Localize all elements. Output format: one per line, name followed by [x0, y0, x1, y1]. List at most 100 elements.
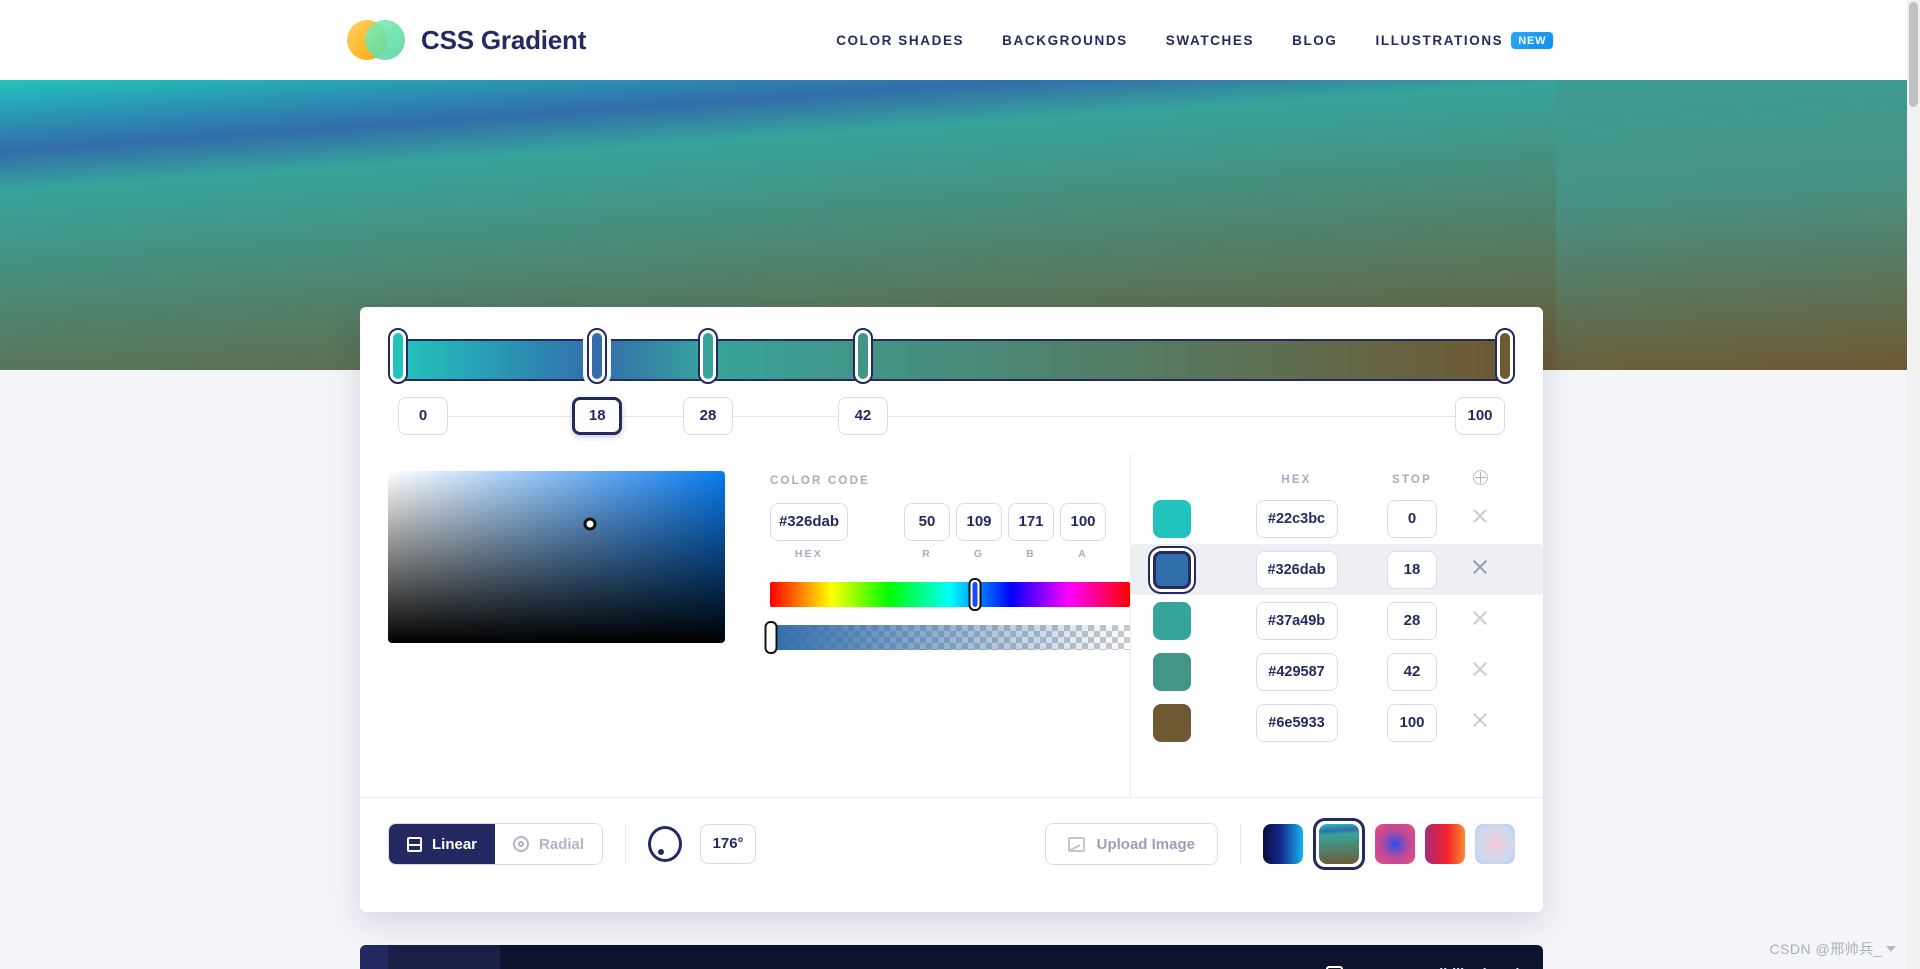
- nav-item-illustrations[interactable]: ILLUSTRATIONS NEW: [1375, 31, 1554, 49]
- saturation-value-picker[interactable]: [388, 471, 725, 643]
- brand-logo-link[interactable]: CSS Gradient: [347, 20, 586, 60]
- stop-value-cell: 18: [1374, 550, 1450, 589]
- stop-row-2[interactable]: #37a49b 28: [1131, 595, 1543, 646]
- stop-position-input-1[interactable]: 18: [572, 397, 623, 435]
- angle-input[interactable]: 176°: [700, 824, 757, 864]
- css-tab[interactable]: CSS: [388, 945, 500, 969]
- stop-value-input-4[interactable]: 100: [1387, 703, 1437, 742]
- alpha-handle-fill: [768, 625, 774, 650]
- preset-wrap-1[interactable]: [1313, 818, 1365, 870]
- a-input[interactable]: 100: [1060, 503, 1106, 541]
- nav-item-backgrounds[interactable]: BACKGROUNDS: [1002, 33, 1128, 48]
- stop-value-input-2[interactable]: 28: [1387, 601, 1437, 640]
- stop-color-swatch-wrap[interactable]: [1153, 550, 1219, 589]
- gradient-stop-handle-3[interactable]: [852, 328, 873, 384]
- stop-color-swatch-0[interactable]: [1153, 499, 1191, 538]
- nav-item-swatches[interactable]: SWATCHES: [1166, 33, 1254, 48]
- stop-row-4[interactable]: #6e5933 100: [1131, 697, 1543, 748]
- gradient-stop-handle-fill: [1500, 333, 1510, 379]
- hex-input[interactable]: #326dab: [770, 503, 848, 541]
- stop-position-input-2[interactable]: 28: [682, 397, 733, 435]
- upload-image-button[interactable]: Upload Image: [1044, 823, 1218, 865]
- stop-row-1[interactable]: #326dab 18: [1131, 544, 1543, 595]
- preset-wrap-3[interactable]: [1425, 824, 1465, 864]
- color-code-section: COLOR CODE #326dab HEX 50 R 109 G 171 B …: [764, 471, 1130, 797]
- gradient-stop-handle-4[interactable]: [1495, 328, 1515, 384]
- stop-position-inputs: 0 18 28 42 100: [388, 397, 1515, 437]
- stop-value-input-1[interactable]: 18: [1387, 550, 1437, 589]
- plus-circle-icon[interactable]: [1472, 470, 1488, 485]
- checkbox-icon[interactable]: [1326, 965, 1343, 969]
- close-icon[interactable]: [1471, 507, 1489, 525]
- hero-gradient-preview-right: [1556, 80, 1907, 370]
- hue-slider[interactable]: [770, 578, 1130, 611]
- stop-color-swatch-4[interactable]: [1153, 703, 1191, 742]
- preset-wrap-0[interactable]: [1263, 824, 1303, 864]
- stop-color-swatch-wrap[interactable]: [1153, 499, 1219, 538]
- preset-wrap-2[interactable]: [1375, 824, 1415, 864]
- hue-slider-handle[interactable]: [968, 578, 982, 611]
- stop-delete-cell: [1450, 507, 1510, 530]
- linear-icon: [407, 836, 422, 852]
- r-input[interactable]: 50: [904, 503, 950, 541]
- preset-navy-cyan[interactable]: [1263, 824, 1303, 864]
- close-icon[interactable]: [1471, 660, 1489, 678]
- close-icon[interactable]: [1471, 558, 1489, 576]
- gradient-strip[interactable]: [398, 339, 1505, 381]
- stop-color-swatch-wrap[interactable]: [1153, 703, 1219, 742]
- close-icon[interactable]: [1471, 609, 1489, 627]
- sv-picker-handle[interactable]: [583, 517, 597, 531]
- angle-dial[interactable]: [648, 826, 683, 862]
- stop-color-swatch-wrap[interactable]: [1153, 652, 1219, 691]
- stop-color-swatch-2[interactable]: [1153, 601, 1191, 640]
- alpha-slider-handle[interactable]: [764, 621, 778, 654]
- preset-pastel-blue-pink[interactable]: [1475, 824, 1515, 864]
- nav-item-color-shades[interactable]: COLOR SHADES: [836, 33, 964, 48]
- stop-hex-input-4[interactable]: #6e5933: [1255, 703, 1338, 742]
- gradient-stop-handle-0[interactable]: [388, 328, 408, 384]
- nav-label: ILLUSTRATIONS: [1375, 32, 1504, 48]
- preset-magenta-orange[interactable]: [1425, 824, 1465, 864]
- stop-hex-cell: #326dab: [1219, 550, 1374, 589]
- close-icon[interactable]: [1471, 711, 1489, 729]
- stop-hex-input-0[interactable]: #22c3bc: [1255, 499, 1338, 538]
- stop-color-swatch-wrap[interactable]: [1153, 601, 1219, 640]
- g-input[interactable]: 109: [956, 503, 1002, 541]
- gradient-type-toggle: Linear Radial: [388, 823, 604, 865]
- stop-position-input-3[interactable]: 42: [837, 397, 888, 435]
- page-scrollbar[interactable]: [1907, 0, 1920, 969]
- stop-delete-cell: [1450, 558, 1510, 581]
- nav-item-blog[interactable]: BLOG: [1292, 33, 1337, 48]
- stop-position-input-4[interactable]: 100: [1455, 397, 1505, 435]
- stop-color-swatch-3[interactable]: [1153, 652, 1191, 691]
- gradient-stop-handle-2[interactable]: [697, 328, 718, 384]
- scrollbar-thumb[interactable]: [1909, 2, 1918, 107]
- stop-value-input-0[interactable]: 0: [1387, 499, 1437, 538]
- alpha-slider[interactable]: [764, 621, 1130, 654]
- stop-delete-cell: [1450, 660, 1510, 683]
- page-root: CSS Gradient COLOR SHADES BACKGROUNDS SW…: [0, 0, 1920, 969]
- stop-color-swatch-1[interactable]: [1153, 550, 1191, 589]
- stop-position-input-0[interactable]: 0: [398, 397, 448, 435]
- stop-hex-input-3[interactable]: #429587: [1255, 652, 1338, 691]
- radial-button[interactable]: Radial: [495, 824, 603, 864]
- preset-pink-blue-radial[interactable]: [1375, 824, 1415, 864]
- col-header-add: [1450, 470, 1510, 490]
- a-field: 100 A: [1060, 503, 1106, 560]
- preset-teal-olive[interactable]: [1319, 824, 1359, 864]
- stop-value-input-3[interactable]: 42: [1387, 652, 1437, 691]
- max-compatibility-toggle[interactable]: Max Compatibility (IE6+): [1326, 965, 1521, 969]
- gradient-stop-handle-1[interactable]: [587, 328, 608, 384]
- stop-hex-input-1[interactable]: #326dab: [1255, 550, 1338, 589]
- color-editor: COLOR CODE #326dab HEX 50 R 109 G 171 B …: [360, 453, 1543, 798]
- preset-wrap-4[interactable]: [1475, 824, 1515, 864]
- stop-hex-input-2[interactable]: #37a49b: [1255, 601, 1338, 640]
- b-input[interactable]: 171: [1008, 503, 1054, 541]
- radial-icon: [513, 836, 530, 852]
- linear-label: Linear: [432, 835, 478, 853]
- hex-sublabel: HEX: [794, 548, 824, 560]
- color-picker-area: COLOR CODE #326dab HEX 50 R 109 G 171 B …: [360, 453, 1130, 797]
- stop-row-0[interactable]: #22c3bc 0: [1131, 493, 1543, 544]
- linear-button[interactable]: Linear: [389, 824, 496, 864]
- stop-row-3[interactable]: #429587 42: [1131, 646, 1543, 697]
